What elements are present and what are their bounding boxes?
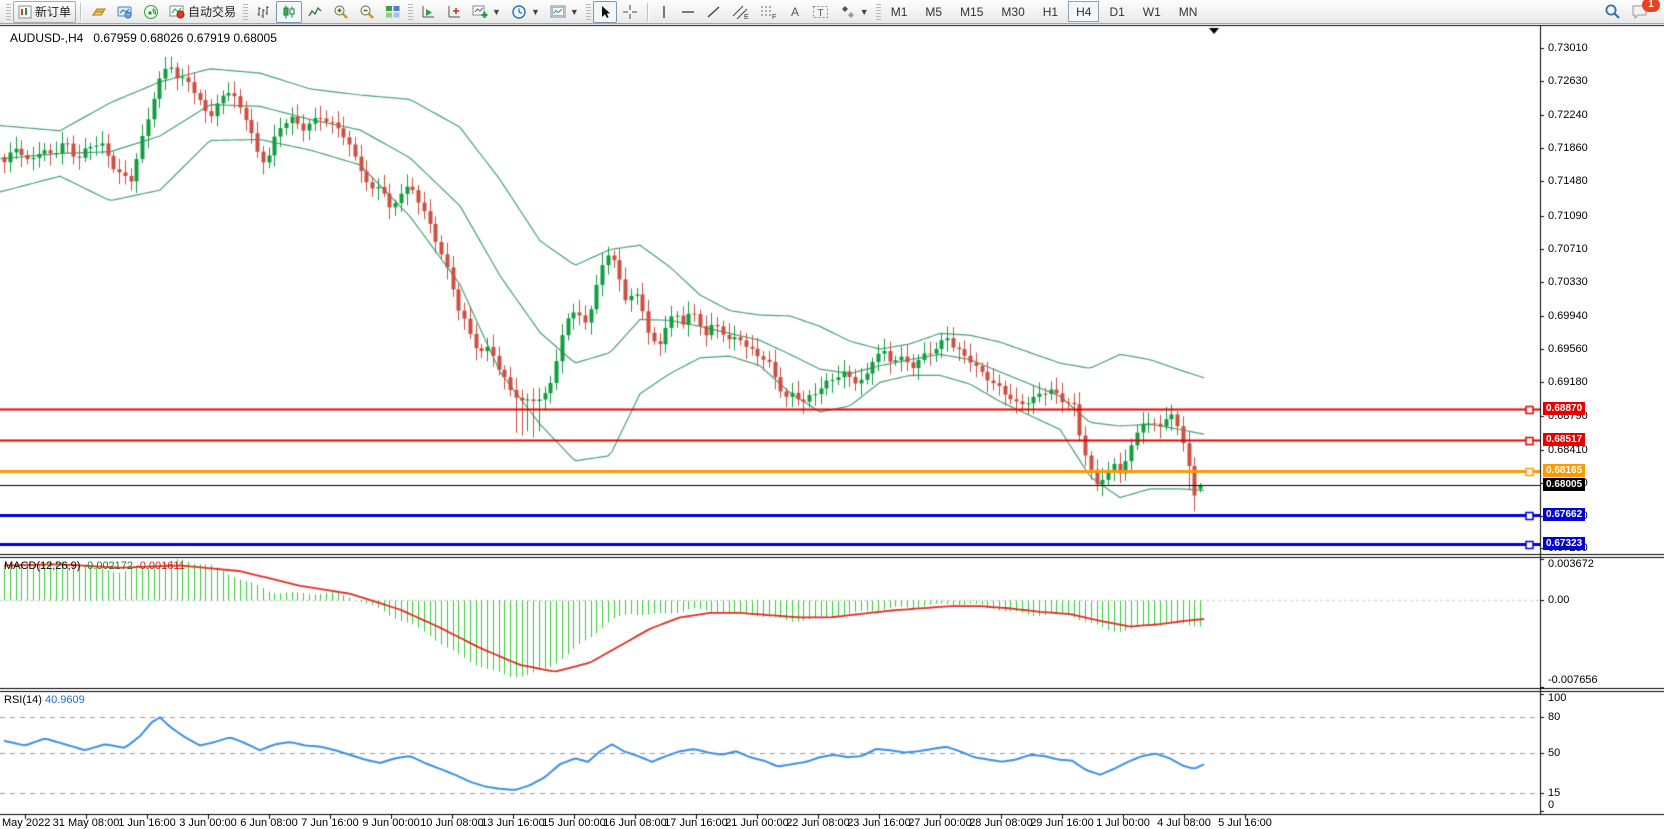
new-order-label: 新订单 [35, 3, 71, 20]
toolbar-grip [876, 4, 881, 20]
new-order-button[interactable]: 新订单 [13, 1, 76, 23]
timeframe-button-m5[interactable]: M5 [917, 1, 950, 22]
fibonacci-icon: F [760, 4, 778, 20]
zoom-in-icon [333, 4, 349, 20]
zoom-in-button[interactable] [328, 1, 354, 23]
toolbar-grip [6, 4, 11, 20]
timeframe-button-d1[interactable]: D1 [1101, 1, 1132, 22]
line-chart-icon [307, 4, 323, 20]
tile-windows-button[interactable] [380, 1, 406, 23]
auto-scroll-icon [420, 4, 436, 20]
zoom-out-icon [359, 4, 375, 20]
horizontal-line-tool[interactable] [675, 1, 701, 23]
svg-text:F: F [772, 14, 776, 20]
toolbar-grip [243, 4, 248, 20]
timeframe-button-m30[interactable]: M30 [993, 1, 1032, 22]
timeframe-button-h1[interactable]: H1 [1035, 1, 1066, 22]
timeframe-toolbar: M1M5M15M30H1H4D1W1MN [883, 1, 1206, 22]
new-chart-icon [472, 4, 488, 20]
svg-text:E: E [744, 14, 749, 20]
channel-icon: E [732, 4, 750, 20]
notifications-button[interactable]: 1 [1626, 1, 1654, 23]
fibonacci-tool[interactable]: F [755, 1, 783, 23]
timeframe-button-h4[interactable]: H4 [1068, 1, 1099, 22]
price-chart-canvas[interactable] [0, 0, 1664, 829]
period-clock-dropdown[interactable]: ▼ [506, 1, 545, 23]
vertical-line-icon [658, 4, 670, 20]
dropdown-caret: ▼ [531, 7, 540, 17]
dropdown-caret: ▼ [860, 7, 869, 17]
main-toolbar: 新订单 自动交易 [0, 0, 1664, 24]
text-tool[interactable]: A [783, 1, 807, 23]
toolbar-grip [586, 4, 591, 20]
new-order-icon [18, 5, 32, 19]
arrows-dropdown[interactable]: ▼ [835, 1, 874, 23]
tile-windows-icon [385, 4, 401, 20]
trendline-icon [706, 4, 722, 20]
candlestick-chart-icon [281, 4, 297, 20]
cursor-tool-button[interactable] [593, 1, 617, 23]
search-button[interactable] [1599, 1, 1626, 23]
clock-icon [511, 4, 527, 20]
gold-folder-icon [91, 4, 107, 20]
timeframe-button-w1[interactable]: W1 [1135, 1, 1169, 22]
timeframe-button-m1[interactable]: M1 [883, 1, 916, 22]
separator [647, 3, 649, 21]
bar-chart-button[interactable] [250, 1, 276, 23]
equidistant-channel-tool[interactable]: E [727, 1, 755, 23]
dropdown-caret: ▼ [492, 7, 501, 17]
chart-shift-button[interactable] [441, 1, 467, 23]
timeframe-button-mn[interactable]: MN [1171, 1, 1206, 22]
crosshair-icon [622, 4, 638, 20]
svg-text:A: A [791, 5, 799, 19]
text-label-tool[interactable]: T [807, 1, 835, 23]
candlestick-chart-button[interactable] [276, 1, 302, 23]
dropdown-caret: ▼ [570, 7, 579, 17]
market-depth-icon [117, 4, 133, 20]
bar-chart-icon [255, 4, 271, 20]
auto-scroll-button[interactable] [415, 1, 441, 23]
template-image-icon [550, 4, 566, 20]
text-icon: A [788, 4, 802, 20]
label-icon: T [812, 4, 830, 20]
separator [80, 3, 82, 21]
market-depth-button[interactable] [112, 1, 138, 23]
vertical-line-tool[interactable] [653, 1, 675, 23]
horizontal-line-icon [680, 4, 696, 20]
zoom-out-button[interactable] [354, 1, 380, 23]
charts-folder-button[interactable] [86, 1, 112, 23]
notification-badge: 1 [1642, 0, 1660, 12]
search-icon [1604, 3, 1621, 20]
signals-button[interactable] [138, 1, 164, 23]
autotrading-icon [169, 4, 185, 20]
template-dropdown[interactable]: ▼ [545, 1, 584, 23]
autotrading-button[interactable]: 自动交易 [164, 1, 241, 23]
toolbar-grip [408, 4, 413, 20]
trendline-tool[interactable] [701, 1, 727, 23]
timeframe-button-m15[interactable]: M15 [952, 1, 991, 22]
arrows-icon [840, 4, 856, 20]
new-chart-dropdown[interactable]: ▼ [467, 1, 506, 23]
autotrading-label: 自动交易 [188, 3, 236, 20]
svg-text:T: T [817, 8, 823, 19]
crosshair-tool-button[interactable] [617, 1, 643, 23]
line-chart-button[interactable] [302, 1, 328, 23]
signal-waves-icon [143, 4, 159, 20]
cursor-icon [598, 5, 612, 19]
chart-shift-icon [446, 4, 462, 20]
